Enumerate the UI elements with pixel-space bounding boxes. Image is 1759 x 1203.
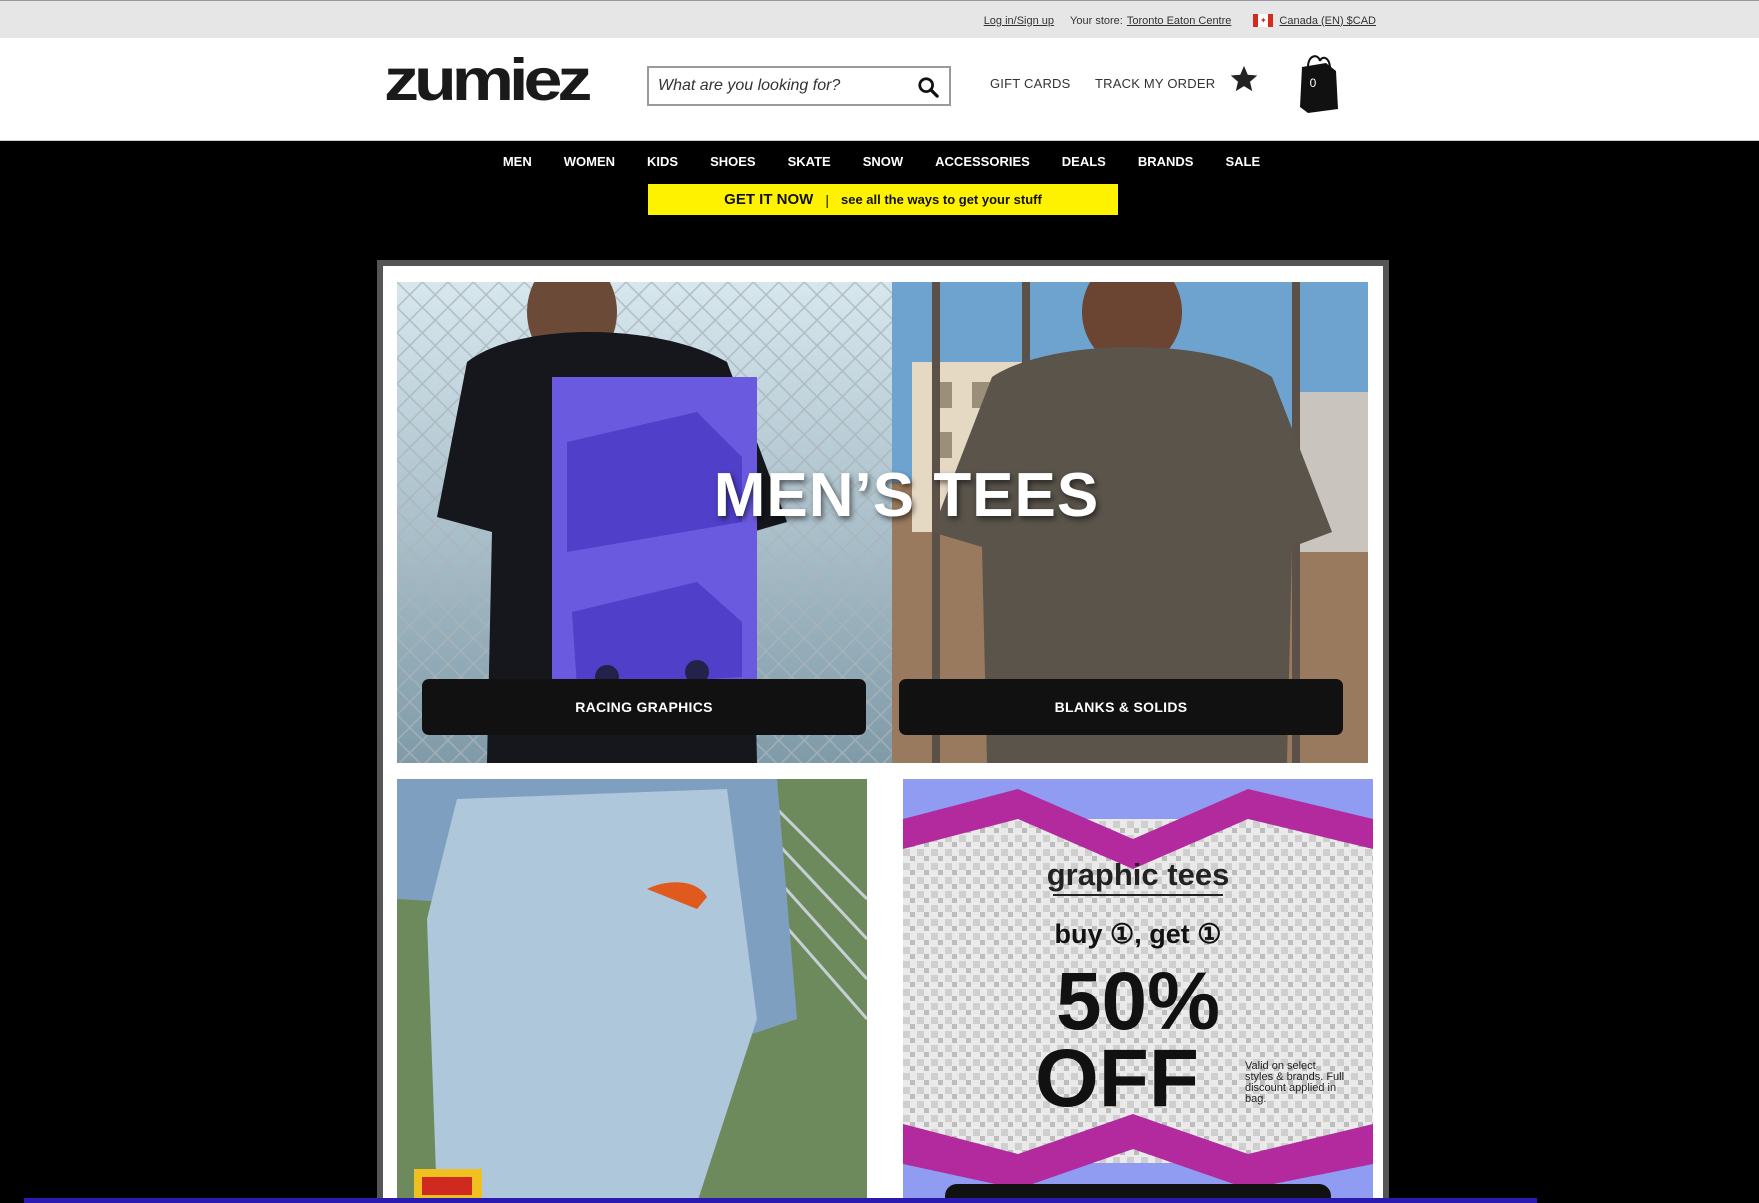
content-frame: MEN’S TEES RACING GRAPHICS BLANKS & SOLI… — [377, 260, 1389, 1203]
search-input[interactable] — [649, 77, 899, 95]
main-nav: MEN WOMEN KIDS SHOES SKATE SNOW ACCESSOR… — [0, 142, 1759, 182]
track-order-link[interactable]: TRACK MY ORDER — [1095, 76, 1215, 91]
star-icon[interactable] — [1229, 64, 1259, 94]
nav-item-brands[interactable]: BRANDS — [1122, 142, 1210, 182]
promo-off: OFF — [1035, 1033, 1199, 1124]
nav-item-women[interactable]: WOMEN — [548, 142, 631, 182]
racing-graphics-button[interactable]: RACING GRAPHICS — [422, 679, 866, 735]
store-label: Your store: — [1070, 14, 1123, 27]
promo-strong: GET IT NOW — [724, 191, 814, 208]
nav-item-deals[interactable]: DEALS — [1046, 142, 1122, 182]
promo-separator: | — [825, 191, 829, 208]
bag-count: 0 — [1309, 76, 1317, 90]
store-link[interactable]: Toronto Eaton Centre — [1127, 15, 1232, 27]
content-area: MEN’S TEES RACING GRAPHICS BLANKS & SOLI… — [383, 266, 1383, 1203]
utility-bar: Log in/Sign up Your store: Toronto Eaton… — [0, 0, 1759, 38]
promo-title: graphic tees — [1046, 857, 1230, 892]
nav-item-accessories[interactable]: ACCESSORIES — [919, 142, 1046, 182]
utility-links: Log in/Sign up Your store: Toronto Eaton… — [984, 14, 1376, 27]
mens-tees-hero[interactable]: MEN’S TEES RACING GRAPHICS BLANKS & SOLI… — [397, 282, 1368, 763]
nav-item-snow[interactable]: SNOW — [847, 142, 919, 182]
site-header: zumiez GIFT CARDS TRACK MY ORDER 0 — [0, 38, 1759, 141]
nav-item-men[interactable]: MEN — [487, 142, 548, 182]
gift-cards-link[interactable]: GIFT CARDS — [990, 76, 1071, 91]
search-box — [647, 66, 951, 106]
region-selector[interactable]: Canada (EN) $CAD — [1279, 15, 1376, 27]
promo-text: see all the ways to get your stuff — [840, 192, 1042, 207]
jeans-promo-tile[interactable] — [397, 779, 867, 1203]
nav-item-kids[interactable]: KIDS — [631, 142, 694, 182]
search-icon[interactable] — [917, 76, 939, 98]
nav-item-sale[interactable]: SALE — [1209, 142, 1276, 182]
hero-title: MEN’S TEES — [713, 461, 1100, 530]
zumiez-logo[interactable]: zumiez — [384, 50, 592, 110]
nav-item-skate[interactable]: SKATE — [772, 142, 847, 182]
canada-flag-icon: ✦ — [1253, 14, 1274, 27]
promo-underline — [1053, 894, 1223, 896]
bottom-banner-strip — [24, 1198, 1537, 1203]
blanks-solids-button[interactable]: BLANKS & SOLIDS — [899, 679, 1343, 735]
nav-item-shoes[interactable]: SHOES — [694, 142, 772, 182]
login-signup-link[interactable]: Log in/Sign up — [984, 15, 1054, 27]
graphic-tees-promo-tile[interactable]: graphic tees buy ①, get ① 50% OFF Valid … — [903, 779, 1373, 1203]
get-it-now-banner[interactable]: GET IT NOW | see all the ways to get you… — [648, 184, 1118, 215]
promo-fine-print: Valid on select styles & brands. Full di… — [1245, 1060, 1345, 1105]
promo-buy-line: buy ①, get ① — [1054, 919, 1222, 949]
